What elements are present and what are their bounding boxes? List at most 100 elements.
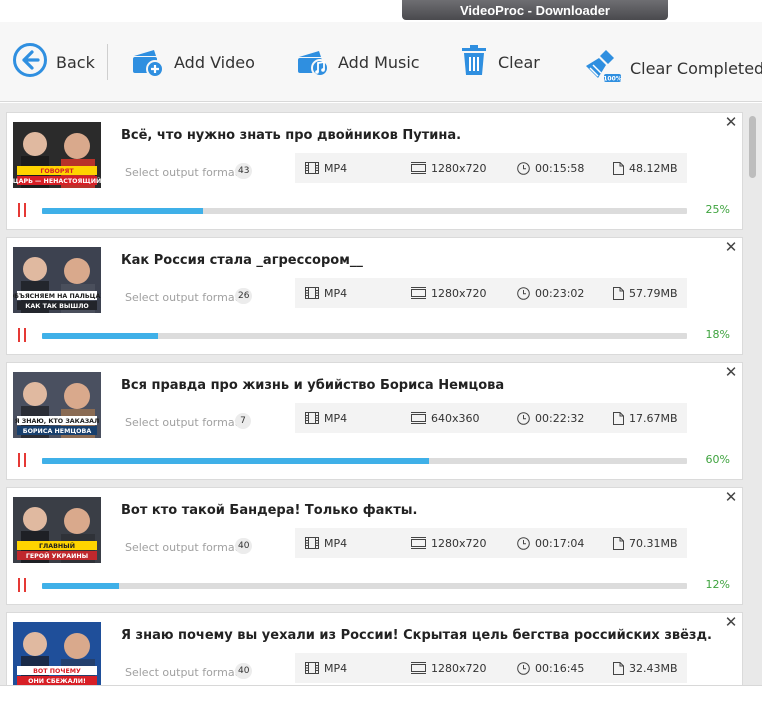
format-field: MP4 bbox=[305, 528, 347, 558]
size-field: 17.67MB bbox=[613, 403, 678, 433]
scrollbar[interactable] bbox=[747, 108, 757, 683]
clock-icon bbox=[517, 661, 530, 675]
file-icon bbox=[613, 161, 624, 175]
add-video-label: Add Video bbox=[174, 52, 255, 72]
back-button[interactable]: Back bbox=[12, 22, 95, 102]
video-title: Как Россия стала _агрессором__ bbox=[121, 253, 363, 268]
progress-bar bbox=[42, 208, 687, 214]
toolbar: Back Add Video Add Music Clear 100% Clea… bbox=[0, 22, 762, 102]
format-count-badge: 40 bbox=[235, 663, 253, 679]
duration-field: 00:22:32 bbox=[517, 403, 584, 433]
format-field: MP4 bbox=[305, 653, 347, 683]
progress-fill bbox=[42, 458, 429, 464]
resolution-value: 1280x720 bbox=[431, 286, 487, 300]
resolution-icon bbox=[411, 287, 426, 299]
size-value: 70.31MB bbox=[629, 536, 678, 550]
thumbnail-text-bottom: ЦАРЬ — НЕНАСТОЯЩИЙ bbox=[13, 176, 101, 185]
resolution-value: 640x360 bbox=[431, 411, 480, 425]
video-thumbnail[interactable]: ВОТ ПОЧЕМУ ОНИ СБЕЖАЛИ! bbox=[13, 622, 101, 688]
video-thumbnail[interactable]: Я ЗНАЮ, КТО ЗАКАЗАЛ БОРИСА НЕМЦОВА bbox=[13, 372, 101, 438]
format-value: MP4 bbox=[324, 161, 348, 175]
duration-value: 00:16:45 bbox=[535, 661, 585, 675]
video-title: Всё, что нужно знать про двойников Путин… bbox=[121, 128, 462, 143]
clear-completed-label: Clear Completed Ta bbox=[630, 58, 762, 78]
progress-fill bbox=[42, 208, 204, 214]
thumbnail-text-bottom: БОРИСА НЕМЦОВА bbox=[23, 428, 92, 435]
remove-item-close-icon[interactable]: ✕ bbox=[724, 490, 738, 505]
select-output-format-label[interactable]: Select output format bbox=[125, 541, 239, 554]
pause-icon[interactable] bbox=[17, 453, 27, 467]
format-value: MP4 bbox=[324, 536, 348, 550]
film-icon bbox=[305, 412, 319, 424]
thumbnail-text-bottom: КАК ТАК ВЫШЛО bbox=[25, 303, 89, 310]
trash-icon bbox=[458, 42, 490, 82]
progress-bar bbox=[42, 458, 687, 464]
duration-value: 00:15:58 bbox=[535, 161, 585, 175]
remove-item-close-icon[interactable]: ✕ bbox=[724, 240, 738, 255]
select-output-format-label[interactable]: Select output format bbox=[125, 666, 239, 679]
video-thumbnail[interactable]: ГОВОРЯТ ЦАРЬ — НЕНАСТОЯЩИЙ bbox=[13, 122, 101, 188]
clock-icon bbox=[517, 161, 530, 175]
broom-icon: 100% bbox=[584, 48, 622, 88]
remove-item-close-icon[interactable]: ✕ bbox=[724, 115, 738, 130]
add-video-button[interactable]: Add Video bbox=[130, 22, 255, 102]
resolution-value: 1280x720 bbox=[431, 661, 487, 675]
video-info-panel: MP4 1280x720 00:15:58 48.12MB bbox=[295, 153, 687, 183]
video-thumbnail[interactable]: ГЛАВНЫЙ ГЕРОЙ УКРАИНЫ bbox=[13, 497, 101, 563]
clear-completed-button[interactable]: 100% Clear Completed Ta bbox=[584, 28, 762, 108]
duration-field: 00:16:45 bbox=[517, 653, 584, 683]
format-field: MP4 bbox=[305, 278, 347, 308]
clock-icon bbox=[517, 286, 530, 300]
resolution-icon bbox=[411, 412, 426, 424]
download-item: ГЛАВНЫЙ ГЕРОЙ УКРАИНЫ ✕ Вот кто такой Ба… bbox=[6, 487, 743, 605]
add-music-button[interactable]: Add Music bbox=[294, 22, 420, 102]
duration-field: 00:15:58 bbox=[517, 153, 584, 183]
duration-value: 00:22:32 bbox=[535, 411, 585, 425]
progress-percent: 60% bbox=[705, 453, 730, 466]
thumbnail-text-top: ГОВОРЯТ bbox=[40, 168, 74, 175]
file-icon bbox=[613, 536, 624, 550]
file-icon bbox=[613, 661, 624, 675]
remove-item-close-icon[interactable]: ✕ bbox=[724, 615, 738, 630]
download-item: Я ЗНАЮ, КТО ЗАКАЗАЛ БОРИСА НЕМЦОВА ✕ Вся… bbox=[6, 362, 743, 480]
thumbnail-text-top: ОБЪЯСНЯЕМ НА ПАЛЬЦАХ bbox=[13, 293, 101, 300]
resolution-field: 1280x720 bbox=[411, 653, 487, 683]
resolution-field: 1280x720 bbox=[411, 153, 487, 183]
size-field: 32.43MB bbox=[613, 653, 678, 683]
video-info-panel: MP4 1280x720 00:17:04 70.31MB bbox=[295, 528, 687, 558]
duration-value: 00:23:02 bbox=[535, 286, 585, 300]
video-thumbnail[interactable]: ОБЪЯСНЯЕМ НА ПАЛЬЦАХ КАК ТАК ВЫШЛО bbox=[13, 247, 101, 313]
duration-field: 00:23:02 bbox=[517, 278, 584, 308]
title-bar: VideoProc - Downloader bbox=[0, 0, 762, 22]
select-output-format-label[interactable]: Select output format bbox=[125, 166, 239, 179]
clear-button[interactable]: Clear bbox=[458, 22, 540, 102]
scrollbar-thumb[interactable] bbox=[749, 116, 756, 178]
pause-icon[interactable] bbox=[17, 203, 27, 217]
remove-item-close-icon[interactable]: ✕ bbox=[724, 365, 738, 380]
resolution-icon bbox=[411, 162, 426, 174]
pause-icon[interactable] bbox=[17, 578, 27, 592]
back-label: Back bbox=[56, 52, 95, 72]
download-item: ГОВОРЯТ ЦАРЬ — НЕНАСТОЯЩИЙ ✕ Всё, что ну… bbox=[6, 112, 743, 230]
select-output-format-label[interactable]: Select output format bbox=[125, 291, 239, 304]
format-count-badge: 7 bbox=[235, 413, 251, 429]
pause-icon[interactable] bbox=[17, 328, 27, 342]
file-icon bbox=[613, 411, 624, 425]
progress-fill bbox=[42, 583, 120, 589]
progress-percent: 12% bbox=[705, 578, 730, 591]
status-bar bbox=[0, 685, 762, 707]
progress-fill bbox=[42, 333, 159, 339]
video-title: Я знаю почему вы уехали из России! Скрыт… bbox=[121, 628, 712, 643]
duration-value: 00:17:04 bbox=[535, 536, 585, 550]
resolution-icon bbox=[411, 662, 426, 674]
film-icon bbox=[305, 537, 319, 549]
size-value: 57.79MB bbox=[629, 286, 678, 300]
add-music-label: Add Music bbox=[338, 52, 420, 72]
video-title: Вот кто такой Бандера! Только факты. bbox=[121, 503, 418, 518]
resolution-value: 1280x720 bbox=[431, 536, 487, 550]
toolbar-divider bbox=[107, 44, 108, 80]
thumbnail-text-bottom: ГЕРОЙ УКРАИНЫ bbox=[26, 551, 88, 560]
select-output-format-label[interactable]: Select output format bbox=[125, 416, 239, 429]
back-arrow-icon bbox=[12, 42, 48, 82]
size-value: 48.12MB bbox=[629, 161, 678, 175]
